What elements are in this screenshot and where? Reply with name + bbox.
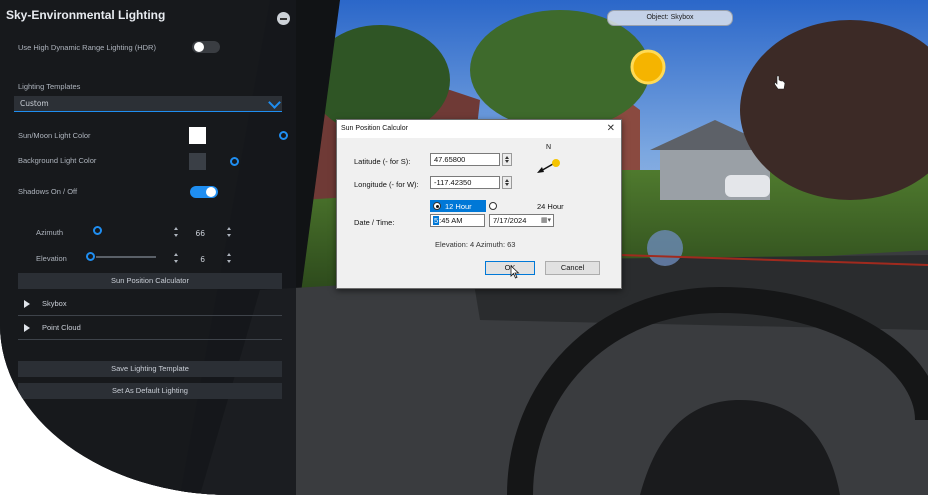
elevation-slider-handle[interactable] [86, 252, 95, 261]
section-label: Point Cloud [42, 323, 81, 332]
shadows-label: Shadows On / Off [18, 187, 78, 196]
latitude-spinner[interactable] [502, 153, 512, 166]
lighting-panel: Sky-Environmental Lighting Use High Dyna… [0, 0, 296, 495]
section-label: Skybox [42, 299, 67, 308]
azimuth-label: Azimuth [36, 228, 64, 237]
dialog-title: Sun Position Calculor [341, 125, 408, 132]
longitude-label: Longitude (- for W): [354, 180, 419, 189]
section-skybox[interactable]: Skybox [18, 294, 282, 314]
section-point-cloud[interactable]: Point Cloud [18, 318, 282, 338]
template-select[interactable]: Custom [14, 96, 282, 112]
sun-position-calculator-button[interactable]: Sun Position Calculator [18, 273, 282, 289]
date-field[interactable]: 7/17/2024 ▦▾ [489, 214, 554, 227]
panel-title: Sky-Environmental Lighting [6, 8, 166, 22]
datetime-label: Date / Time: [354, 218, 395, 227]
elevation-spin-right[interactable] [226, 252, 232, 264]
longitude-spinner[interactable] [502, 176, 512, 189]
sun-icon[interactable] [630, 49, 666, 85]
longitude-field[interactable]: -117.42350 [430, 176, 500, 189]
divider [18, 339, 282, 340]
toggle-knob [194, 42, 204, 52]
elevation-label: Elevation [36, 254, 67, 263]
hour12-label: 12 Hour [445, 202, 472, 211]
parked-car [725, 175, 770, 197]
templates-label: Lighting Templates [18, 82, 81, 91]
hdr-label: Use High Dynamic Range Lighting (HDR) [18, 43, 156, 52]
time-field[interactable]: 5:45 AM [430, 214, 485, 227]
set-default-lighting-button[interactable]: Set As Default Lighting [18, 383, 282, 399]
hour12-radio[interactable] [433, 202, 441, 210]
azimuth-slider-handle[interactable] [93, 226, 102, 235]
background-label: Background Light Color [18, 156, 97, 165]
shadows-toggle[interactable] [190, 186, 218, 198]
hand-cursor-icon [774, 75, 786, 90]
compass-arrow-icon [537, 159, 560, 173]
elevation-value[interactable]: 6 [165, 255, 205, 267]
latitude-label: Latitude (- for S): [354, 157, 411, 166]
elevation-slider-track[interactable] [96, 256, 156, 258]
toggle-knob [206, 187, 216, 197]
collapse-icon[interactable] [277, 12, 290, 25]
date-value: 7/17/2024 [493, 216, 527, 225]
close-icon[interactable]: ✕ [607, 123, 615, 134]
sun-position-dialog: Sun Position Calculor ✕ N Latitude (- fo… [336, 119, 622, 289]
hour12-option[interactable]: 12 Hour [430, 200, 486, 212]
hour24-label: 24 Hour [537, 202, 564, 211]
template-selected-value: Custom [20, 99, 49, 108]
cancel-button[interactable]: Cancel [545, 261, 600, 275]
divider [18, 315, 282, 316]
hour24-radio[interactable] [489, 202, 497, 210]
azimuth-value[interactable]: 66 [165, 229, 205, 241]
north-label: N [546, 144, 552, 151]
sun-moon-label: Sun/Moon Light Color [18, 131, 91, 140]
calendar-dropdown-icon[interactable]: ▦▾ [541, 215, 551, 226]
result-text: Elevation: 4 Azimuth: 63 [435, 240, 516, 249]
save-lighting-template-button[interactable]: Save Lighting Template [18, 361, 282, 377]
object-label: Object: Skybox [607, 10, 733, 26]
latitude-field[interactable]: 47.65800 [430, 153, 500, 166]
expand-icon [24, 324, 30, 332]
background-picker-icon[interactable] [230, 157, 239, 166]
dialog-titlebar[interactable]: Sun Position Calculor ✕ [337, 120, 621, 138]
expand-icon [24, 300, 30, 308]
mouse-cursor-icon [510, 265, 520, 279]
app-window: Sky-Environmental Lighting Use High Dyna… [0, 0, 928, 495]
sun-moon-picker-icon[interactable] [279, 131, 288, 140]
tree-center [470, 10, 650, 130]
time-rest: :45 AM [439, 216, 463, 225]
mirror-reflection [647, 230, 683, 266]
background-color-swatch[interactable] [189, 153, 206, 170]
azimuth-spin-right[interactable] [226, 226, 232, 238]
chevron-down-icon [268, 96, 281, 109]
hdr-toggle[interactable] [192, 41, 220, 53]
sun-moon-color-swatch[interactable] [189, 127, 206, 144]
